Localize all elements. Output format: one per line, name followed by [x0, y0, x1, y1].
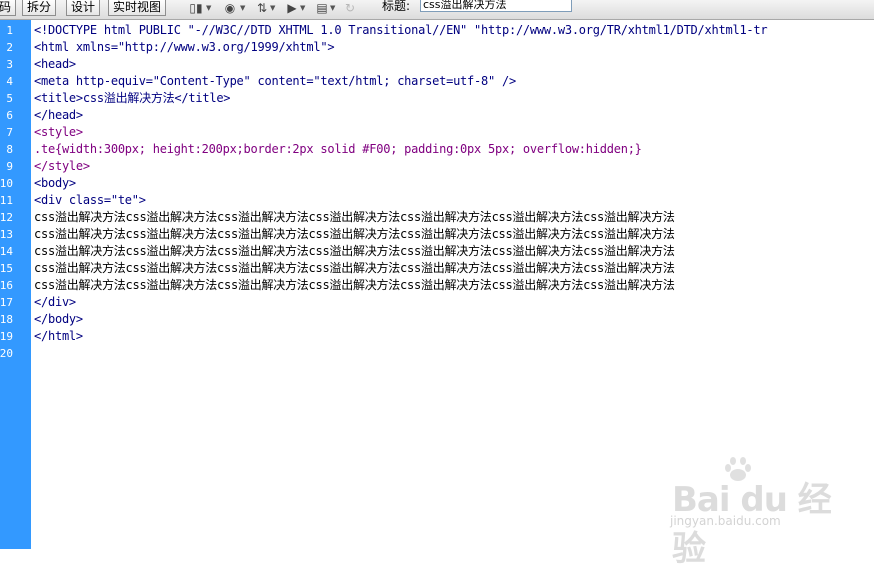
- line-number: 5: [6, 92, 13, 105]
- line-number: 16: [0, 279, 13, 292]
- code-line[interactable]: </style>: [34, 158, 90, 175]
- multiscreen-icon[interactable]: ▯▮: [188, 1, 204, 15]
- title-input[interactable]: css溢出解决方法: [420, 0, 572, 12]
- line-number: 3: [6, 58, 13, 71]
- line-number: 20: [0, 347, 13, 360]
- document-toolbar: 码 拆分 设计 实时视图 ▯▮ ▼ ◉ ▼ ⇅ ▼ ▶ ▼ ▤ ▼ ↻ 标题: …: [0, 0, 874, 20]
- line-number: 13: [0, 228, 13, 241]
- code-line[interactable]: <div class="te">: [34, 192, 146, 209]
- refresh-icon[interactable]: ↻: [342, 1, 358, 15]
- code-line[interactable]: </div>: [34, 294, 76, 311]
- line-number: 11: [0, 194, 13, 207]
- globe-icon[interactable]: ◉: [222, 1, 238, 15]
- line-number: 19: [0, 330, 13, 343]
- code-line[interactable]: <title>css溢出解决方法</title>: [34, 90, 231, 107]
- title-label: 标题:: [382, 0, 411, 13]
- chevron-down-icon[interactable]: ▼: [270, 4, 277, 12]
- code-line[interactable]: .te{width:300px; height:200px;border:2px…: [34, 141, 642, 158]
- code-line[interactable]: <style>: [34, 124, 83, 141]
- code-line[interactable]: <body>: [34, 175, 76, 192]
- visual-aids-icon[interactable]: ▶: [284, 1, 300, 15]
- line-number: 1: [6, 24, 13, 37]
- file-management-icon[interactable]: ⇅: [254, 1, 270, 15]
- code-line[interactable]: </body>: [34, 311, 83, 328]
- code-line[interactable]: <meta http-equiv="Content-Type" content=…: [34, 73, 516, 90]
- check-page-icon[interactable]: ▤: [314, 1, 330, 15]
- code-line[interactable]: css溢出解决方法css溢出解决方法css溢出解决方法css溢出解决方法css溢…: [34, 226, 675, 243]
- line-number: 7: [6, 126, 13, 139]
- code-line[interactable]: css溢出解决方法css溢出解决方法css溢出解决方法css溢出解决方法css溢…: [34, 260, 675, 277]
- design-view-button[interactable]: 设计: [66, 0, 101, 16]
- code-line[interactable]: </html>: [34, 328, 83, 345]
- code-line[interactable]: css溢出解决方法css溢出解决方法css溢出解决方法css溢出解决方法css溢…: [34, 277, 675, 294]
- line-number: 15: [0, 262, 13, 275]
- chevron-down-icon[interactable]: ▼: [240, 4, 247, 12]
- line-number: 8: [6, 143, 13, 156]
- line-number: 18: [0, 313, 13, 326]
- line-number: 14: [0, 245, 13, 258]
- line-number: 12: [0, 211, 13, 224]
- chevron-down-icon[interactable]: ▼: [206, 4, 213, 12]
- baidu-jingyan-watermark: Bai du 经验 jingyan.baidu.com: [662, 456, 862, 569]
- line-number: 10: [0, 177, 13, 190]
- line-number: 2: [6, 41, 13, 54]
- line-number: 6: [6, 109, 13, 122]
- line-number-gutter: 1 2 3 4 5 6 7 8 9 10 11 12 13 14 15 16 17 18 19 20: [0, 20, 31, 549]
- code-line[interactable]: </head>: [34, 107, 83, 124]
- code-line[interactable]: css溢出解决方法css溢出解决方法css溢出解决方法css溢出解决方法css溢…: [34, 243, 675, 260]
- chevron-down-icon[interactable]: ▼: [330, 4, 337, 12]
- watermark-url: jingyan.baidu.com: [670, 514, 781, 528]
- line-number: 9: [6, 160, 13, 173]
- line-number: 4: [6, 75, 13, 88]
- line-number: 17: [0, 296, 13, 309]
- chevron-down-icon[interactable]: ▼: [300, 4, 307, 12]
- split-view-button[interactable]: 拆分: [22, 0, 57, 16]
- code-line[interactable]: <head>: [34, 56, 76, 73]
- code-line[interactable]: <html xmlns="http://www.w3.org/1999/xhtm…: [34, 39, 335, 56]
- live-view-button[interactable]: 实时视图: [108, 0, 167, 16]
- code-line[interactable]: css溢出解决方法css溢出解决方法css溢出解决方法css溢出解决方法css溢…: [34, 209, 675, 226]
- code-line[interactable]: <!DOCTYPE html PUBLIC "-//W3C//DTD XHTML…: [34, 22, 768, 39]
- code-view-button[interactable]: 码: [0, 0, 17, 16]
